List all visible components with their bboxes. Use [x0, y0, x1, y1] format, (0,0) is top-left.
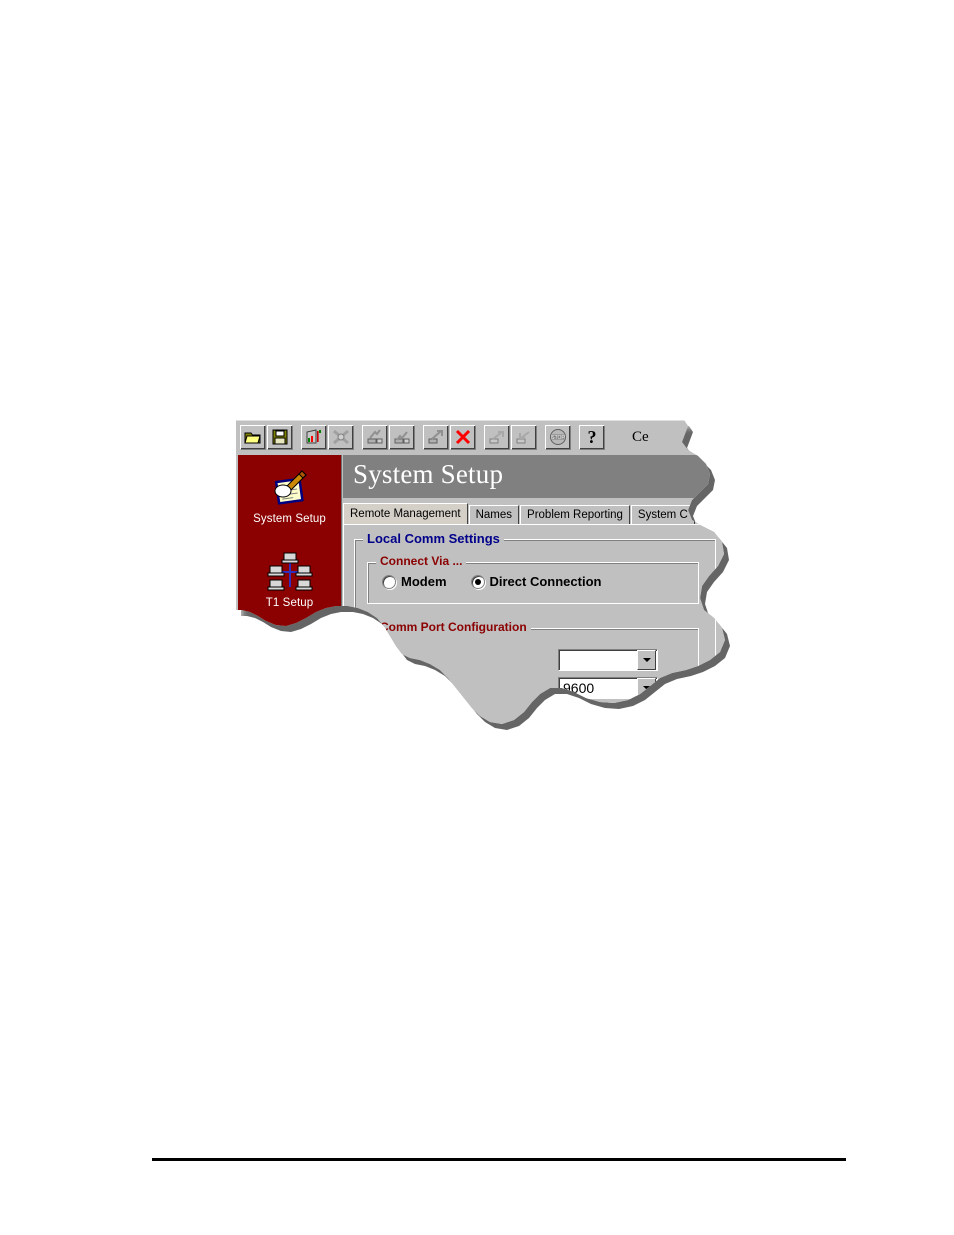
red-x-icon — [454, 429, 472, 445]
tab-label: System C — [637, 509, 688, 521]
clipboard-pencil-icon — [238, 467, 341, 511]
radio-label-direct-connection: Direct Connection — [489, 574, 602, 589]
tab-label: Names — [475, 509, 513, 521]
tab-label: Remote Management — [350, 508, 461, 520]
radio-dot-modem[interactable] — [382, 574, 396, 589]
radio-dot-direct-connection[interactable] — [470, 574, 485, 589]
document-page: STOP ? Ce System Setup T1 Setup System S… — [0, 0, 954, 1235]
torn-screenshot-figure: STOP ? Ce System Setup T1 Setup System S… — [236, 420, 736, 740]
transfer-up-icon — [366, 429, 384, 445]
tab-names[interactable]: Names — [468, 505, 520, 524]
group-legend-local-comm-settings: Local Comm Settings — [363, 531, 504, 546]
group-legend-comm-port-configuration: Comm Port Configuration — [376, 620, 531, 634]
application-body: System Setup T1 Setup System Setup Remot… — [236, 453, 725, 724]
question-mark-icon: ? — [587, 427, 597, 447]
sidebar-item-label: T1 Setup — [265, 597, 314, 609]
upload-left-button[interactable] — [362, 424, 388, 450]
chevron-down-icon[interactable] — [637, 650, 656, 670]
tab-strip: Remote Management Names Problem Reportin… — [343, 503, 725, 524]
page-footer-rule — [152, 1158, 846, 1161]
send-config-button[interactable] — [484, 424, 510, 450]
open-file-button[interactable] — [240, 424, 266, 450]
tab-remote-management[interactable]: Remote Management — [343, 503, 468, 524]
disconnect-all-button[interactable] — [328, 424, 354, 450]
sidebar-item-t1-setup[interactable]: T1 Setup — [238, 551, 341, 609]
save-file-button[interactable] — [267, 424, 293, 450]
stop-operation-button[interactable]: STOP — [545, 424, 571, 450]
comm-port-select[interactable] — [558, 649, 658, 671]
group-legend-connect-via: Connect Via ... — [376, 554, 467, 568]
network-computers-icon — [238, 551, 341, 595]
connect-via-radio-group: Modem Direct Connection — [382, 574, 625, 589]
download-right-button[interactable] — [389, 424, 415, 450]
sidebar-item-system-setup[interactable]: System Setup — [238, 467, 341, 525]
toolbar: STOP ? Ce — [236, 420, 725, 453]
stop-sign-icon: STOP — [549, 428, 567, 446]
radio-modem[interactable]: Modem — [382, 574, 447, 589]
transfer-config-button[interactable] — [423, 424, 449, 450]
tab-problem-reporting[interactable]: Problem Reporting — [520, 505, 630, 524]
group-connect-via: Connect Via ... Modem Direct Connection — [367, 554, 699, 604]
floppy-disk-save-icon — [272, 429, 288, 445]
group-comm-port-configuration: Comm Port Configuration 9600 — [367, 620, 699, 724]
transfer-down-icon — [393, 429, 411, 445]
bar-chart-icon — [306, 429, 323, 445]
sidebar-item-label: System Setup — [253, 513, 326, 525]
radio-label-modem: Modem — [401, 574, 447, 589]
crossed-link-icon — [332, 429, 350, 445]
chart-report-button[interactable] — [301, 424, 327, 450]
tab-system-configuration[interactable]: System C — [630, 505, 695, 524]
help-button[interactable]: ? — [579, 424, 605, 450]
delete-connection-button[interactable] — [450, 424, 476, 450]
transfer-arrow-icon — [427, 429, 445, 445]
receive-config-button[interactable] — [511, 424, 537, 450]
tab-panel-remote-management: Local Comm Settings Connect Via ... Mode… — [343, 524, 725, 724]
page-title-bar: System Setup — [343, 455, 725, 498]
page-title: System Setup — [353, 459, 504, 489]
svg-text:STOP: STOP — [551, 435, 565, 441]
folder-open-icon — [244, 430, 262, 445]
radio-direct-connection[interactable]: Direct Connection — [470, 574, 602, 589]
application-window-screenshot: STOP ? Ce System Setup T1 Setup System S… — [236, 420, 725, 724]
tab-label: Problem Reporting — [527, 509, 623, 521]
sidebar: System Setup T1 Setup — [238, 455, 342, 724]
receive-arrow-icon — [515, 429, 533, 445]
toolbar-caption-truncated: Ce — [632, 428, 649, 445]
send-arrow-icon — [488, 429, 506, 445]
